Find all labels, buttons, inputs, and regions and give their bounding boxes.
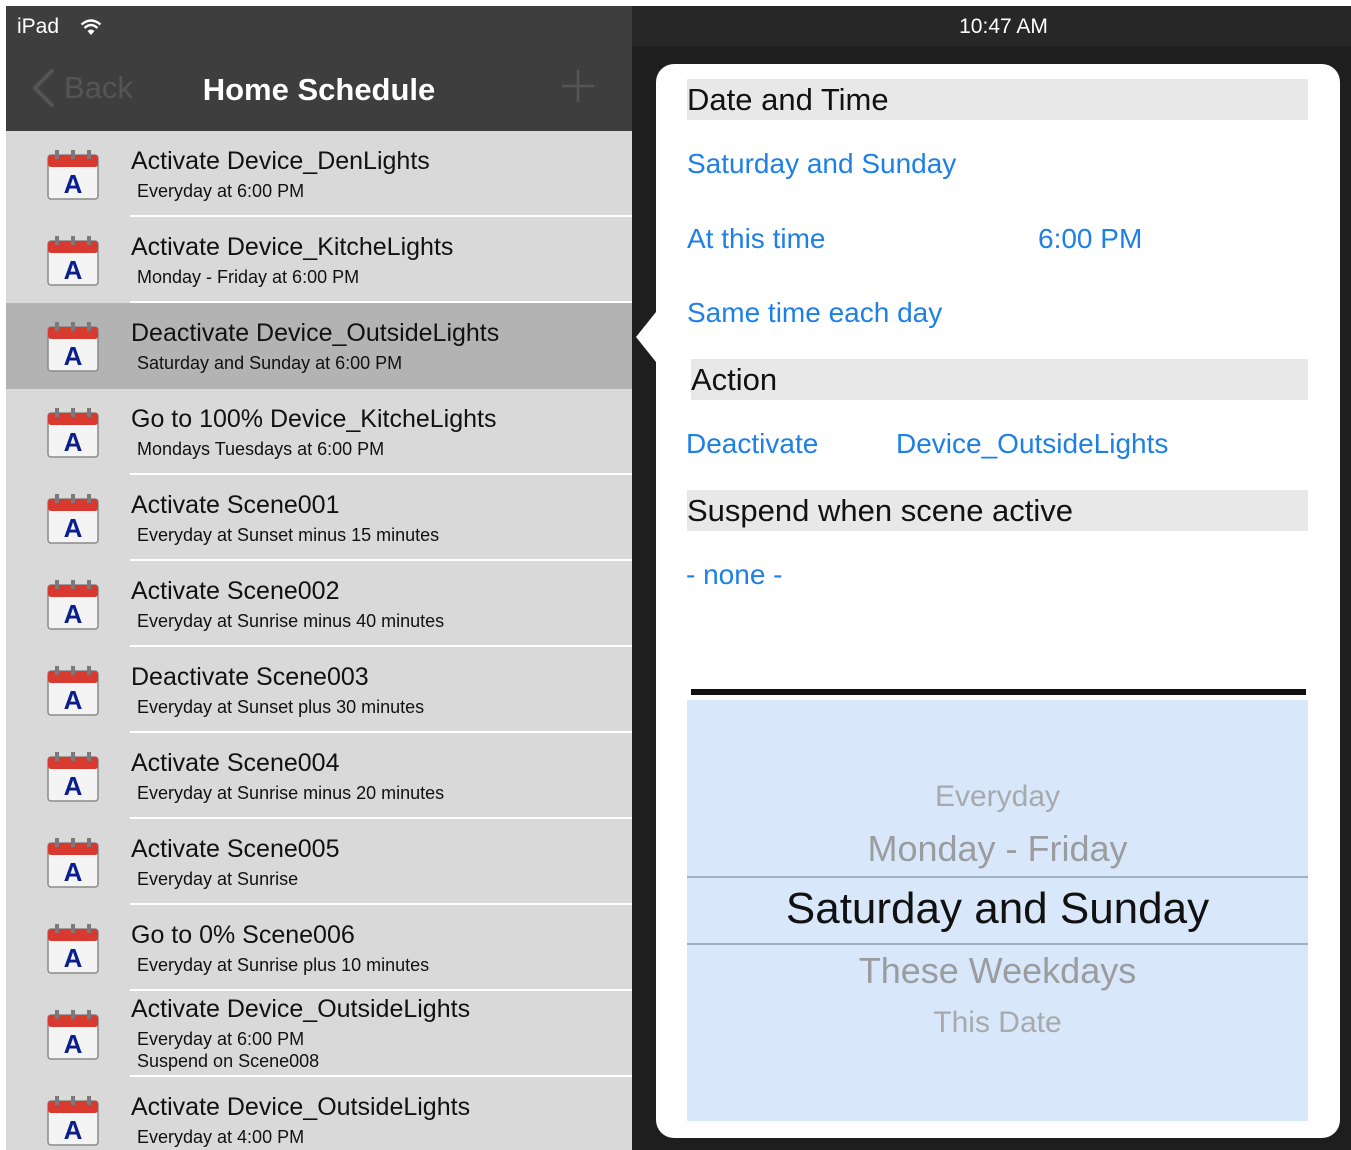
schedule-row[interactable]: A Activate Scene004 Everyday at Sunrise mi… (6, 733, 632, 819)
svg-text:A: A (64, 599, 83, 629)
suspend-header: Suspend when scene active (687, 490, 1308, 531)
picker-option-selected[interactable]: Saturday and Sunday (687, 884, 1308, 934)
schedule-row-title: Activate Scene001 (131, 491, 340, 519)
calendar-icon: A (47, 150, 99, 200)
schedule-row-subtitle: Monday - Friday at 6:00 PM (137, 267, 360, 287)
calendar-icon: A (47, 408, 99, 458)
calendar-icon: A (47, 752, 99, 802)
picker-divider (691, 689, 1306, 695)
schedule-row-title: Activate Scene004 (131, 749, 340, 777)
schedule-row-title: Deactivate Scene003 (131, 663, 369, 691)
time-value[interactable]: 6:00 PM (1038, 223, 1142, 255)
schedule-row[interactable]: A Activate Device_KitcheLights Monday - Fr… (6, 217, 632, 303)
svg-text:A: A (64, 169, 83, 199)
schedule-row[interactable]: A Activate Device_OutsideLights Everyday a… (6, 991, 632, 1077)
schedule-list: A Activate Device_DenLights Everyday at 6:… (6, 131, 632, 1150)
schedule-row-title: Activate Device_KitcheLights (131, 233, 454, 261)
add-icon[interactable] (560, 68, 596, 104)
ipad-screen: iPad 10:47 AM Back Home Schedule A Activa… (6, 6, 1351, 1150)
svg-text:A: A (64, 943, 83, 973)
svg-text:A: A (64, 427, 83, 457)
schedule-row-subtitle: Everyday at 6:00 PM (137, 181, 305, 201)
schedule-row-title: Activate Device_OutsideLights (131, 995, 471, 1023)
picker-option[interactable]: Monday - Friday (687, 828, 1308, 870)
schedule-row-subtitle: Everyday at Sunrise plus 10 minutes (137, 955, 430, 975)
svg-text:A: A (64, 857, 83, 887)
schedule-row[interactable]: A Activate Scene001 Everyday at Sunset min… (6, 475, 632, 561)
days-selector[interactable]: Saturday and Sunday (687, 148, 956, 180)
svg-text:A: A (64, 771, 83, 801)
picker-option[interactable]: This Date (687, 1006, 1308, 1040)
suspend-scene-selector[interactable]: - none - (686, 559, 783, 591)
date-time-header: Date and Time (687, 79, 1308, 120)
schedule-row-title: Activate Device_OutsideLights (131, 1093, 471, 1121)
status-clock: 10:47 AM (959, 15, 1048, 38)
schedule-row-title: Activate Scene005 (131, 835, 340, 863)
schedule-row[interactable]: A Go to 100% Device_KitcheLights Mondays T… (6, 389, 632, 475)
schedule-row[interactable]: A Activate Scene002 Everyday at Sunrise mi… (6, 561, 632, 647)
schedule-row-title: Go to 0% Scene006 (131, 921, 355, 949)
svg-text:A: A (64, 255, 83, 285)
schedule-row[interactable]: A Deactivate Device_OutsideLights Saturday… (6, 303, 632, 389)
day-picker-wheel[interactable]: Everyday Monday - Friday Saturday and Su… (687, 700, 1308, 1121)
schedule-row[interactable]: A Activate Device_OutsideLights Everyday a… (6, 1077, 632, 1150)
calendar-icon: A (47, 494, 99, 544)
schedule-row-title: Go to 100% Device_KitcheLights (131, 405, 497, 433)
schedule-row[interactable]: A Activate Scene005 Everyday at Sunrise (6, 819, 632, 905)
schedule-detail-popover: Date and Time Saturday and Sunday At thi… (656, 64, 1340, 1138)
schedule-row-subtitle: Everyday at Sunrise minus 40 minutes (137, 611, 445, 631)
picker-selection-line-top (687, 876, 1308, 878)
calendar-icon: A (47, 236, 99, 286)
svg-text:A: A (64, 341, 83, 371)
schedule-row-subtitle: Everyday at Sunrise (137, 869, 299, 889)
calendar-icon: A (47, 924, 99, 974)
calendar-icon: A (47, 580, 99, 630)
calendar-icon: A (47, 666, 99, 716)
svg-text:A: A (64, 685, 83, 715)
action-verb-selector[interactable]: Deactivate (686, 428, 818, 460)
page-title-text: Home Schedule (202, 72, 436, 107)
time-label[interactable]: At this time (687, 223, 825, 255)
calendar-icon: A (47, 322, 99, 372)
svg-text:A: A (64, 1029, 83, 1059)
picker-selection-line-bottom (687, 943, 1308, 945)
schedule-row-subtitle: Saturday and Sunday at 6:00 PM (137, 353, 403, 373)
schedule-row-title: Activate Device_DenLights (131, 147, 430, 175)
schedule-row-subtitle-2: Suspend on Scene008 (137, 1051, 320, 1071)
svg-text:A: A (64, 513, 83, 543)
calendar-icon: A (47, 1096, 99, 1146)
schedule-row-subtitle: Everyday at Sunset minus 15 minutes (137, 525, 440, 545)
calendar-icon: A (47, 838, 99, 888)
schedule-row-title: Deactivate Device_OutsideLights (131, 319, 500, 347)
status-bar: iPad 10:47 AM (6, 6, 1351, 46)
schedule-row[interactable]: A Go to 0% Scene006 Everyday at Sunrise pl… (6, 905, 632, 991)
page-title: Home Schedule (6, 72, 632, 108)
schedule-row-subtitle: Everyday at Sunrise minus 20 minutes (137, 783, 445, 803)
calendar-icon: A (47, 1010, 99, 1060)
schedule-row-subtitle: Everyday at Sunset plus 30 minutes (137, 697, 425, 717)
action-target-selector[interactable]: Device_OutsideLights (896, 428, 1168, 460)
picker-option[interactable]: These Weekdays (687, 950, 1308, 992)
navigation-bar: Back Home Schedule (6, 46, 632, 131)
schedule-row[interactable]: A Deactivate Scene003 Everyday at Sunset p… (6, 647, 632, 733)
schedule-row-subtitle: Everyday at 4:00 PM (137, 1127, 305, 1147)
schedule-row-subtitle: Mondays Tuesdays at 6:00 PM (137, 439, 385, 459)
action-header: Action (691, 359, 1308, 400)
schedule-row-title: Activate Scene002 (131, 577, 340, 605)
svg-text:A: A (64, 1115, 83, 1145)
schedule-row-subtitle: Everyday at 6:00 PM (137, 1029, 305, 1049)
time-mode-selector[interactable]: Same time each day (687, 297, 942, 329)
schedule-row[interactable]: A Activate Device_DenLights Everyday at 6:… (6, 131, 632, 217)
picker-option[interactable]: Everyday (687, 780, 1308, 814)
